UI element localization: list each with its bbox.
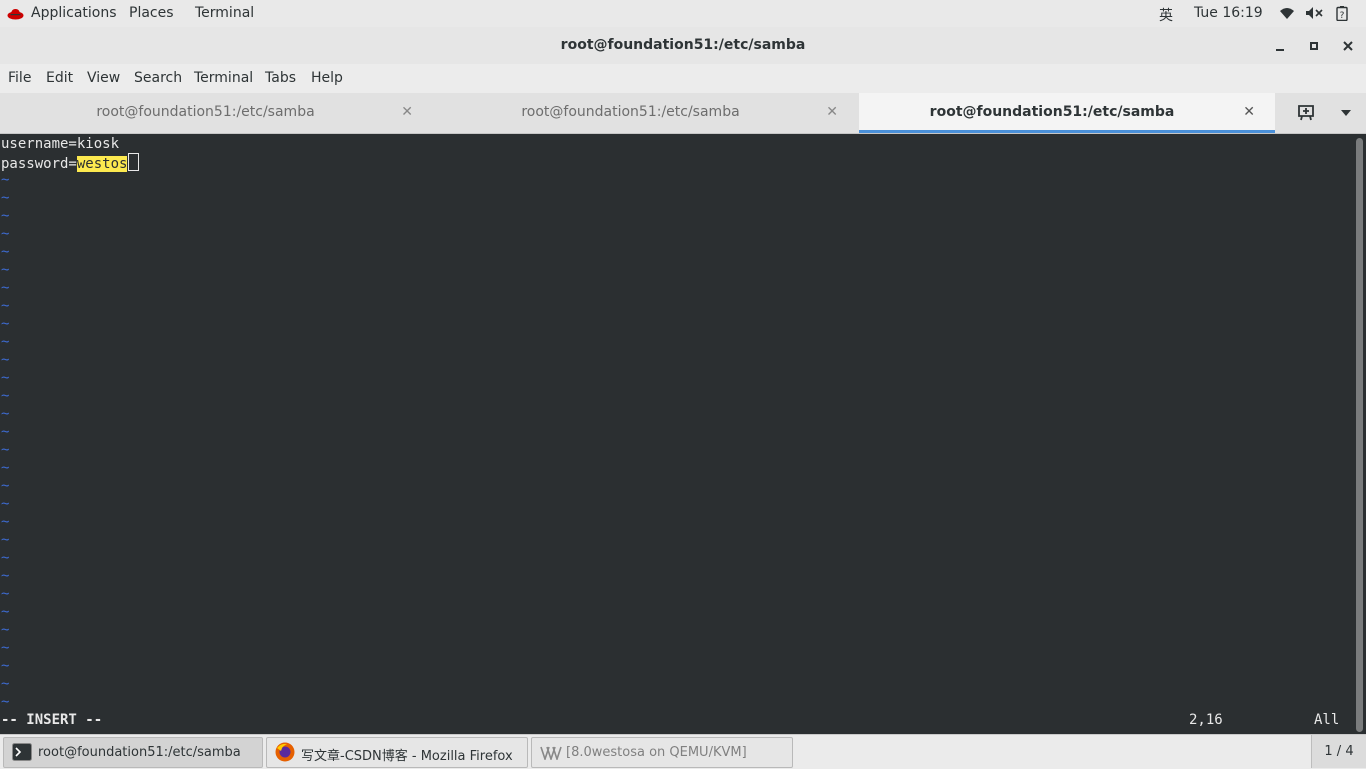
menubar: File Edit View Search Terminal Tabs Help [0,64,1366,94]
clock[interactable]: Tue 16:19 [1194,5,1263,21]
task-virt-manager[interactable]: [8.0westosa on QEMU/KVM] [531,737,793,768]
editor-line-2: password=westos [1,153,140,172]
scroll-position: All [1314,712,1340,728]
empty-line-tilde: ~ [1,550,10,566]
task-firefox[interactable]: 写文章-CSDN博客 - Mozilla Firefox [266,737,528,768]
empty-line-tilde: ~ [1,388,10,404]
empty-line-tilde: ~ [1,190,10,206]
empty-line-tilde: ~ [1,604,10,620]
input-method-indicator[interactable]: 英 [1159,5,1173,25]
empty-line-tilde: ~ [1,280,10,296]
highlighted-text: westos [76,156,128,172]
menu-view[interactable]: View [87,70,120,86]
chevron-down-icon [1341,110,1351,116]
tab-close-icon[interactable]: ✕ [826,104,838,120]
tab-bar: root@foundation51:/etc/samba ✕ root@foun… [0,93,1366,134]
menu-terminal[interactable]: Terminal [194,70,253,86]
menu-search[interactable]: Search [134,70,182,86]
maximize-icon[interactable] [1307,39,1321,53]
cursor-position: 2,16 [1189,712,1223,728]
scrollbar-thumb[interactable] [1356,138,1363,732]
empty-line-tilde: ~ [1,622,10,638]
scrollbar[interactable] [1354,134,1366,734]
empty-line-tilde: ~ [1,694,10,710]
empty-line-tilde: ~ [1,424,10,440]
tab-close-icon[interactable]: ✕ [1243,104,1255,120]
empty-line-tilde: ~ [1,496,10,512]
terminal-icon [12,743,32,761]
empty-line-tilde: ~ [1,298,10,314]
menu-tabs[interactable]: Tabs [265,70,296,86]
tab-2[interactable]: root@foundation51:/etc/samba ✕ [433,93,858,133]
tab-3[interactable]: root@foundation51:/etc/samba ✕ [859,93,1275,133]
empty-line-tilde: ~ [1,442,10,458]
close-icon[interactable] [1341,39,1355,53]
applications-menu[interactable]: Applications [31,5,117,21]
empty-line-tilde: ~ [1,586,10,602]
empty-line-tilde: ~ [1,460,10,476]
empty-line-tilde: ~ [1,352,10,368]
empty-line-tilde: ~ [1,244,10,260]
empty-line-tilde: ~ [1,568,10,584]
tab-close-icon[interactable]: ✕ [401,104,413,120]
text-cursor [128,153,140,171]
new-tab-icon [1298,105,1314,121]
empty-line-tilde: ~ [1,640,10,656]
tab-1[interactable]: root@foundation51:/etc/samba ✕ [8,93,433,133]
empty-line-tilde: ~ [1,316,10,332]
vim-mode-indicator: -- INSERT -- [1,712,103,728]
line2-prefix: password= [1,156,77,172]
empty-line-tilde: ~ [1,658,10,674]
empty-line-tilde: ~ [1,370,10,386]
task-label: 写文章-CSDN博客 - Mozilla Firefox [301,749,513,764]
empty-line-tilde: ~ [1,406,10,422]
empty-line-tilde: ~ [1,172,10,188]
task-label: root@foundation51:/etc/samba [38,745,241,760]
svg-text:?: ? [1340,11,1345,21]
menu-file[interactable]: File [8,70,31,86]
empty-line-tilde: ~ [1,208,10,224]
empty-line-tilde: ~ [1,334,10,350]
wifi-icon[interactable] [1279,6,1295,20]
window-list: root@foundation51:/etc/samba 写文章-CSDN博客 … [0,734,1366,769]
terminal-app-menu[interactable]: Terminal [195,5,254,21]
new-tab-button[interactable] [1283,93,1328,133]
empty-line-tilde: ~ [1,532,10,548]
volume-muted-icon[interactable] [1305,6,1323,20]
empty-line-tilde: ~ [1,676,10,692]
empty-line-tilde: ~ [1,226,10,242]
window-title: root@foundation51:/etc/samba [560,37,806,53]
menu-help[interactable]: Help [311,70,343,86]
firefox-icon [275,742,295,762]
empty-line-tilde: ~ [1,262,10,278]
top-panel: Applications Places Terminal 英 Tue 16:19… [0,0,1366,28]
virt-manager-icon [540,746,562,760]
editor-line-1: username=kiosk [1,136,120,152]
task-terminal[interactable]: root@foundation51:/etc/samba [3,737,263,768]
window-titlebar[interactable]: root@foundation51:/etc/samba [0,27,1366,64]
places-menu[interactable]: Places [129,5,174,21]
task-label: [8.0westosa on QEMU/KVM] [566,745,747,760]
redhat-icon [7,9,24,20]
workspace-indicator[interactable]: 1 / 4 [1311,735,1366,768]
minimize-icon[interactable] [1273,39,1287,53]
terminal-view[interactable]: username=kiosk password=westos ~ ~ ~ ~ ~ ~ ~ ~ ~… [0,134,1353,734]
tab-label: root@foundation51:/etc/samba [929,104,1175,120]
menu-edit[interactable]: Edit [46,70,73,86]
tab-label: root@foundation51:/etc/samba [96,104,315,120]
battery-unknown-icon[interactable]: ? [1336,6,1348,21]
tab-label: root@foundation51:/etc/samba [521,104,740,120]
tab-list-button[interactable] [1326,93,1366,133]
empty-line-tilde: ~ [1,514,10,530]
empty-line-tilde: ~ [1,478,10,494]
